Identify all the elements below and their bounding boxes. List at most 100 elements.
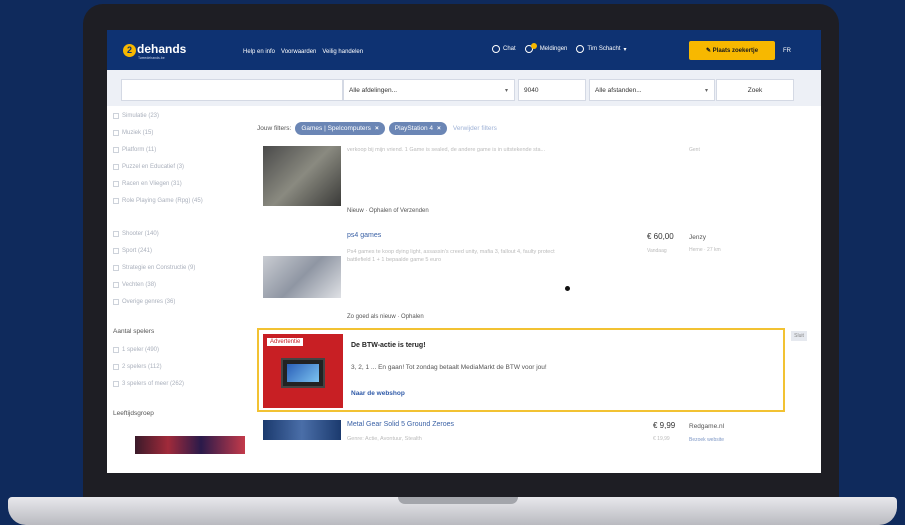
checkbox[interactable] xyxy=(113,364,119,370)
listing-title[interactable]: ps4 games xyxy=(347,232,381,239)
close-icon[interactable]: × xyxy=(437,125,441,132)
filters-label: Jouw filters: xyxy=(257,125,292,132)
user-icon xyxy=(576,45,585,53)
filter-label: Simulatie (23) xyxy=(122,113,160,119)
logo-subtitle: Tweedehands.be xyxy=(138,56,165,60)
filter-label: Overige genres (36) xyxy=(122,299,176,305)
place-ad-label: Plaats zoekertje xyxy=(712,47,759,54)
ad-close-button[interactable]: Sluit xyxy=(791,331,807,341)
notifications-button[interactable]: Meldingen xyxy=(524,43,568,53)
listing-item[interactable]: Metal Gear Solid 5 Ground Zeroes Genre: … xyxy=(257,416,797,473)
checkbox[interactable] xyxy=(113,198,119,204)
listing-old-price: € 19,99 xyxy=(653,436,670,442)
laptop-base xyxy=(8,497,897,525)
clear-filters-link[interactable]: Verwijder filters xyxy=(453,125,497,132)
nav-terms-link[interactable]: Voorwaarden xyxy=(281,49,316,55)
filter-option[interactable]: Sport (241) xyxy=(113,247,152,255)
place-ad-button[interactable]: ✎ Plaats zoekertje xyxy=(689,41,775,60)
age-heading: Leeftijdsgroep xyxy=(113,410,154,417)
filter-option[interactable]: Racen en Vliegen (31) xyxy=(113,180,182,188)
checkbox[interactable] xyxy=(113,164,119,170)
filter-option[interactable]: Role Playing Game (Rpg) (45) xyxy=(113,197,249,205)
category-value: Alle afdelingen... xyxy=(349,86,398,94)
seller-location: Herne · 27 km xyxy=(689,247,721,253)
listing-title[interactable]: Metal Gear Solid 5 Ground Zeroes xyxy=(347,421,454,428)
active-filters: Jouw filters: Games | Spelcomputers × Pla… xyxy=(257,122,497,135)
filter-label: Sport (241) xyxy=(122,248,153,254)
filter-option[interactable]: Shooter (140) xyxy=(113,230,159,238)
checkbox[interactable] xyxy=(113,147,119,153)
top-nav: Help en info Voorwaarden Veilig handelen xyxy=(243,49,363,55)
chevron-down-icon: ▾ xyxy=(704,88,708,94)
user-name: Tim Schacht xyxy=(587,46,621,52)
filter-option[interactable]: 3 spelers of meer (262) xyxy=(113,380,184,388)
filter-option[interactable]: Overige genres (36) xyxy=(113,298,175,306)
listing-item[interactable]: verkoop bij mijn vriend. 1 Game is seale… xyxy=(257,142,797,226)
checkbox[interactable] xyxy=(113,381,119,387)
filter-label: Role Playing Game (Rpg) (45) xyxy=(122,198,203,204)
language-switch[interactable]: FR xyxy=(783,48,791,54)
seller-location: Gent xyxy=(689,147,700,153)
listing-thumbnail[interactable] xyxy=(263,146,341,206)
filter-label: Muziek (15) xyxy=(122,130,154,136)
close-icon[interactable]: × xyxy=(375,125,379,132)
filter-option[interactable]: Strategie en Constructie (9) xyxy=(113,264,195,272)
nav-help-link[interactable]: Help en info xyxy=(243,49,275,55)
nav-safety-link[interactable]: Veilig handelen xyxy=(322,49,363,55)
chat-button[interactable]: Chat xyxy=(492,45,516,53)
user-menu[interactable]: Tim Schacht ▾ xyxy=(576,45,627,53)
ad-image[interactable]: Advertentie xyxy=(263,334,343,408)
sidebar-banner-image[interactable] xyxy=(135,436,245,454)
filter-option[interactable]: Simulatie (23) xyxy=(113,112,159,120)
checkbox[interactable] xyxy=(113,265,119,271)
distance-select[interactable]: Alle afstanden... ▾ xyxy=(589,79,715,101)
notification-badge xyxy=(530,43,537,49)
filter-option[interactable]: 1 speler (490) xyxy=(113,346,159,354)
pencil-icon: ✎ xyxy=(705,48,713,54)
listing-thumbnail[interactable] xyxy=(263,420,341,440)
filter-option[interactable]: Vechten (38) xyxy=(113,281,156,289)
listing-item[interactable]: ps4 games Ps4 games te koop dying light,… xyxy=(257,226,797,326)
seller-website-link[interactable]: Bezoek website xyxy=(689,436,724,444)
listing-thumbnail[interactable] xyxy=(263,256,341,298)
logo-text: dehands xyxy=(137,42,187,56)
distance-value: Alle afstanden... xyxy=(595,86,642,94)
filter-label: Platform (11) xyxy=(122,147,157,153)
filter-label: Racen en Vliegen (31) xyxy=(122,181,182,187)
filter-option[interactable]: 2 spelers (112) xyxy=(113,363,162,371)
ad-label: Advertentie xyxy=(266,337,305,347)
site-logo[interactable]: 2 dehands xyxy=(123,42,186,57)
category-select[interactable]: Alle afdelingen... ▾ xyxy=(343,79,515,101)
checkbox[interactable] xyxy=(113,282,119,288)
listing-meta: Zo goed als nieuw · Ophalen xyxy=(347,314,424,320)
ad-webshop-link[interactable]: Naar de webshop xyxy=(351,390,405,397)
checkbox[interactable] xyxy=(113,299,119,305)
filter-option[interactable]: Puzzel en Educatief (3) xyxy=(113,163,184,171)
listing-meta: Nieuw · Ophalen of Verzenden xyxy=(347,208,429,214)
filter-option[interactable]: Platform (11) xyxy=(113,146,156,154)
filter-chip[interactable]: PlayStation 4 × xyxy=(388,122,447,135)
checkbox[interactable] xyxy=(113,248,119,254)
search-button[interactable]: Zoek xyxy=(716,79,794,101)
checkbox[interactable] xyxy=(113,113,119,119)
search-input[interactable] xyxy=(121,79,343,101)
ad-text: 3, 2, 1 ... En gaan! Tot zondag betaalt … xyxy=(351,364,547,371)
seller-name[interactable]: Redgame.nl xyxy=(689,423,724,430)
notifications-label: Meldingen xyxy=(539,46,568,52)
checkbox[interactable] xyxy=(113,181,119,187)
seller-name[interactable]: Jenzy xyxy=(689,234,706,241)
chevron-down-icon: ▾ xyxy=(504,88,508,94)
filter-chip[interactable]: Games | Spelcomputers × xyxy=(295,122,385,135)
checkbox[interactable] xyxy=(113,231,119,237)
postcode-input[interactable]: 9040 xyxy=(518,79,586,101)
listing-description: Ps4 games te koop dying light, assassin'… xyxy=(347,249,555,263)
checkbox[interactable] xyxy=(113,347,119,353)
ad-title: De BTW-actie is terug! xyxy=(351,342,426,349)
filter-label: 2 spelers (112) xyxy=(122,364,162,370)
browser-screen: 2 dehands Tweedehands.be Help en info Voo… xyxy=(107,30,821,473)
chat-icon xyxy=(492,45,500,53)
filter-option[interactable]: Muziek (15) xyxy=(113,129,153,137)
checkbox[interactable] xyxy=(113,130,119,136)
filter-label: Vechten (38) xyxy=(122,282,157,288)
advertisement[interactable]: Advertentie De BTW-actie is terug! 3, 2,… xyxy=(257,328,785,412)
